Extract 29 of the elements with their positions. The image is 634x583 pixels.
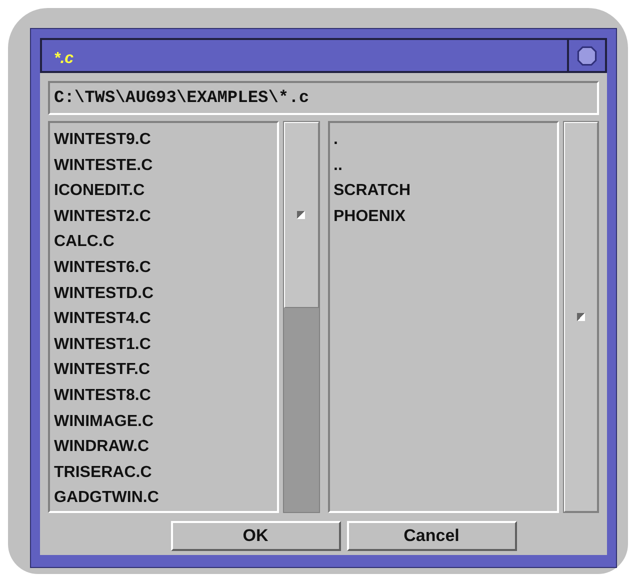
file-item[interactable]: WINTESTF.C <box>54 357 278 384</box>
file-item[interactable]: WINIMAGE.C <box>54 408 278 434</box>
window-title: *.c <box>53 49 75 69</box>
scrollbar[interactable] <box>283 121 320 513</box>
file-item[interactable]: WINTEST8.C <box>54 383 278 409</box>
directory-item[interactable]: PHOENIX <box>334 204 557 230</box>
grip-icon <box>297 211 306 220</box>
scrollbar-thumb[interactable] <box>284 122 318 308</box>
path-field[interactable]: C:\TWS\AUG93\EXAMPLES\*.c <box>48 81 599 116</box>
file-item[interactable]: CALC.C <box>54 229 278 256</box>
directory-item[interactable]: . <box>334 127 557 153</box>
file-item[interactable]: GADGTWIN.C <box>54 485 278 511</box>
file-item[interactable]: WINTESTD.C <box>54 280 278 306</box>
file-item[interactable]: ICONEDIT.C <box>54 178 278 204</box>
directory-item[interactable]: SCRATCH <box>334 178 557 204</box>
file-list[interactable]: WINTEST9.C WINTESTE.C ICONEDIT.C WINTEST2.C CALC.C WINTEST6.C WINTESTD.C WINTEST4.C WINTEST1.C WINTESTF.C WINTEST8.C WINIMAGE.C WINDRAW.C TRISERAC.C GADGTWIN.C <box>48 121 280 513</box>
ok-button[interactable]: OK <box>170 521 340 551</box>
file-item[interactable]: WINTEST1.C <box>54 332 278 358</box>
cancel-button[interactable]: Cancel <box>346 521 516 551</box>
directory-item[interactable]: .. <box>334 152 557 178</box>
file-item[interactable]: WINTEST4.C <box>54 306 278 332</box>
file-item[interactable]: WINTEST2.C <box>54 204 278 230</box>
file-item[interactable]: WINDRAW.C <box>54 434 278 460</box>
file-item[interactable]: TRISERAC.C <box>54 460 278 486</box>
file-item[interactable]: WINTEST6.C <box>54 255 278 281</box>
file-item[interactable]: WINTEST9.C <box>54 127 278 153</box>
directory-list[interactable]: . .. SCRATCH PHOENIX <box>328 121 559 513</box>
file-item[interactable]: WINTESTE.C <box>54 152 278 178</box>
grip-icon <box>576 313 585 322</box>
